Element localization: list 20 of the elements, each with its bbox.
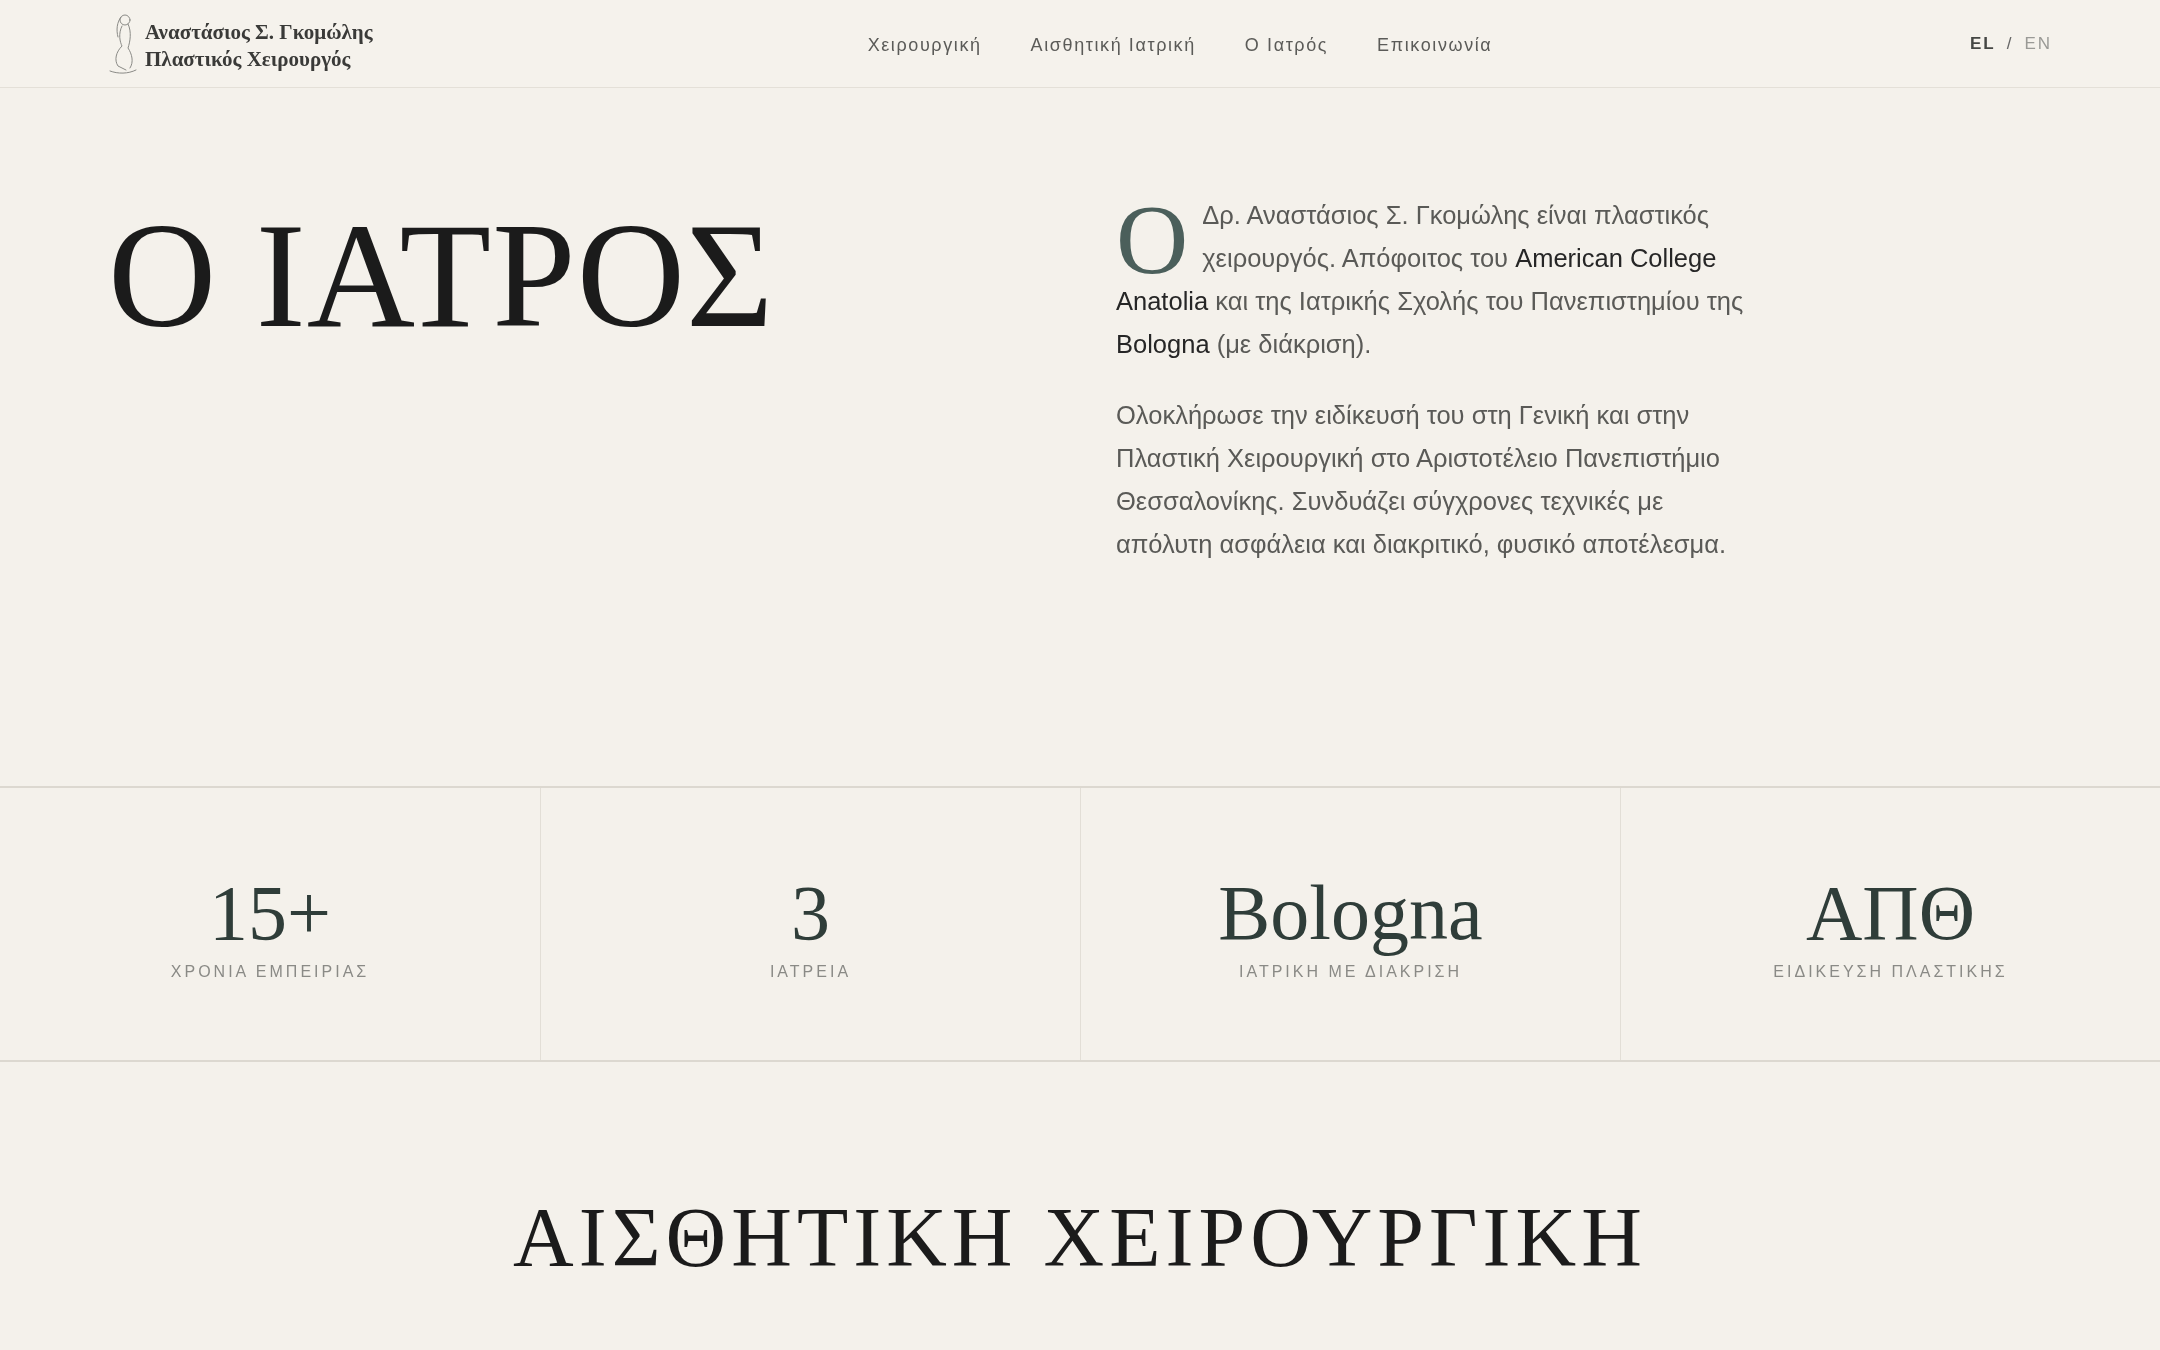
stat-value: Bologna (1218, 868, 1483, 958)
stat-label: ΙΑΤΡΕΙΑ (769, 962, 852, 982)
stat-label: ΕΙΔΙΚΕΥΣΗ ΠΛΑΣΤΙΚΗΣ (1773, 962, 2008, 982)
nav-link[interactable]: Αισθητική Ιατρική (1030, 35, 1196, 56)
bio-paragraph: Ολοκλήρωσε την ειδίκευσή του στη Γενική και στην Πλαστική Χειρουργική στο Αριστοτέλειο Πανεπιστήμιο Θεσσαλονίκης. Συνδυάζει σύγχρονες τεχνικές με απόλυτη ασφάλεια και διακριτικό, φυσικό αποτέλεσμα. (1116, 400, 1727, 560)
language-link[interactable]: EL (1969, 33, 1996, 54)
nav-link[interactable]: Ο Ιατρός (1244, 35, 1329, 56)
stat-label: ΙΑΤΡΙΚΗ ΜΕ ΔΙΑΚΡΙΣΗ (1238, 962, 1463, 982)
language-separator: / (2006, 33, 2014, 54)
section-heading: ΑΙΣΘΗΤΙΚΗ ΧΕΙΡΟΥΡΓΙΚΗ (513, 1196, 1647, 1280)
nav-link[interactable]: Επικοινωνία (1377, 35, 1493, 56)
stat-value: ΑΠΘ (1806, 868, 1975, 958)
stat-value: 15+ (209, 868, 331, 958)
stat-value: 3 (791, 868, 830, 958)
nav-link[interactable]: Χειρουργική (867, 35, 982, 56)
stat-label: ΧΡΟΝΙΑ ΕΜΠΕΙΡΙΑΣ (170, 962, 370, 982)
figure-outline-icon[interactable] (108, 12, 138, 75)
page-title: Ο ΙΑΤΡΟΣ (108, 200, 776, 350)
logo-subtitle[interactable]: Πλαστικός Χειρουργός (145, 46, 373, 72)
logo-name[interactable]: Αναστάσιος Σ. Γκομώλης (145, 19, 373, 45)
